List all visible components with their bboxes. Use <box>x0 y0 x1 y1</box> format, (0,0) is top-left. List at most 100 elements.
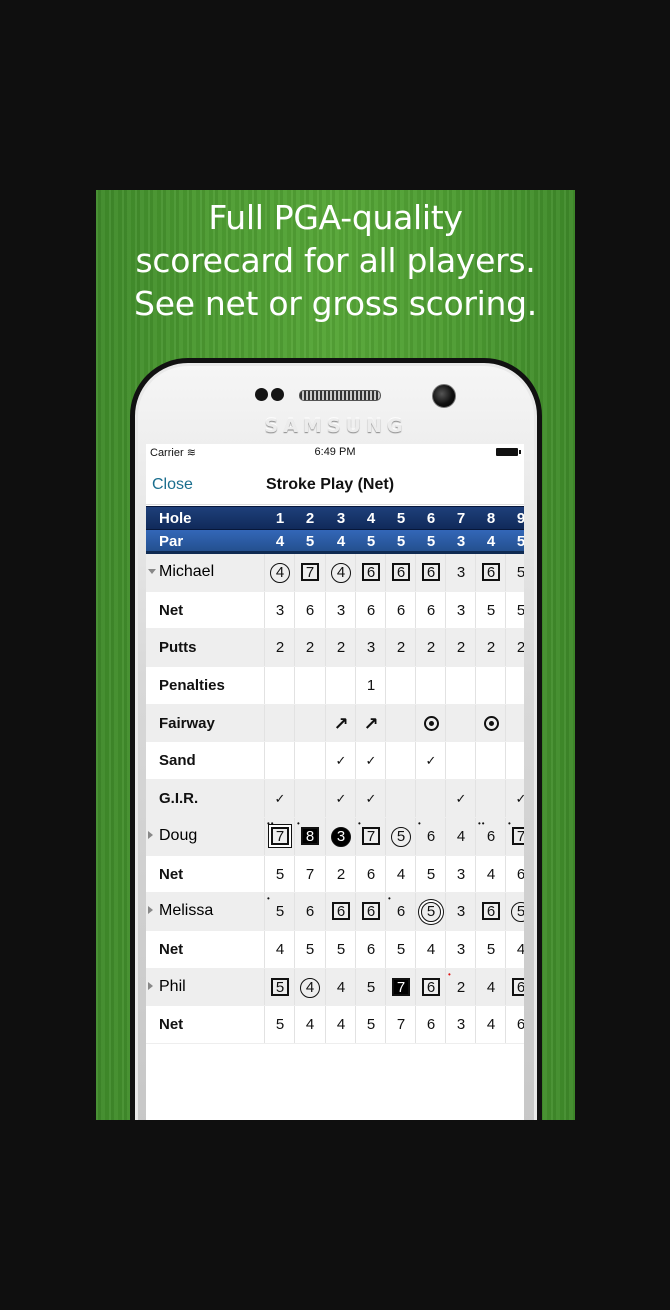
score-cell[interactable] <box>295 752 325 770</box>
score-cell[interactable]: 4 <box>265 563 295 583</box>
score-cell[interactable]: 5 <box>416 866 446 884</box>
disclosure-right-icon[interactable] <box>148 830 153 839</box>
score-cell[interactable] <box>446 715 476 733</box>
score-cell[interactable]: 4 <box>476 1016 506 1034</box>
score-cell[interactable] <box>265 677 295 695</box>
score-cell[interactable]: 2 <box>416 639 446 657</box>
score-cell[interactable]: 7 <box>295 563 325 582</box>
score-cell[interactable]: 5 <box>476 941 506 959</box>
score-cell[interactable]: ✓ <box>356 790 386 808</box>
score-cell[interactable]: ✓ <box>326 790 356 808</box>
score-cell[interactable]: ✓ <box>506 790 524 808</box>
score-cell[interactable]: 4 <box>265 941 295 959</box>
score-cell[interactable]: 6 <box>356 902 386 921</box>
score-cell[interactable]: 5 <box>295 941 325 959</box>
score-cell[interactable]: 4 <box>446 828 476 846</box>
score-cell[interactable]: 5 • <box>265 895 295 921</box>
score-cell[interactable]: 4 <box>476 866 506 884</box>
score-cell[interactable]: 3 <box>446 602 476 620</box>
player-row[interactable]: Phil 5 4 4 5 7 6 2 • 4 6 <box>146 968 524 1007</box>
score-cell[interactable] <box>386 677 416 695</box>
score-cell[interactable]: 1 <box>356 677 386 695</box>
score-cell[interactable] <box>506 677 524 695</box>
score-cell[interactable] <box>476 677 506 695</box>
score-cell[interactable] <box>295 790 325 808</box>
score-cell[interactable]: 6 • <box>386 895 416 921</box>
score-cell[interactable]: 3 <box>326 602 356 620</box>
score-cell[interactable]: ↗ <box>356 715 386 733</box>
score-cell[interactable]: 5 <box>506 902 524 923</box>
score-cell[interactable]: 3 <box>356 639 386 657</box>
score-cell[interactable]: 5 <box>356 979 386 997</box>
score-cell[interactable]: 5 <box>416 902 446 923</box>
score-cell[interactable]: 5 <box>506 602 524 620</box>
close-button[interactable]: Close <box>152 476 193 494</box>
score-cell[interactable]: 8 • <box>295 819 325 846</box>
score-cell[interactable]: 3 <box>265 602 295 620</box>
score-cell[interactable] <box>386 715 416 733</box>
score-cell[interactable] <box>295 677 325 695</box>
score-cell[interactable]: 4 <box>476 979 506 997</box>
score-cell[interactable]: 6 <box>295 903 325 921</box>
score-cell[interactable]: 5 <box>265 1016 295 1034</box>
score-cell[interactable]: 4 <box>326 979 356 997</box>
player-row[interactable]: Michael 4 7 4 6 6 6 3 6 5 <box>146 554 524 592</box>
score-cell[interactable]: 5 <box>386 826 416 847</box>
score-cell[interactable]: 5 <box>506 564 524 582</box>
score-cell[interactable]: 6 <box>295 602 325 620</box>
score-cell[interactable]: 4 <box>295 1016 325 1034</box>
score-cell[interactable]: 5 <box>326 941 356 959</box>
score-cell[interactable]: 7 • <box>356 819 386 846</box>
score-cell[interactable] <box>265 715 295 733</box>
score-cell[interactable] <box>416 677 446 695</box>
score-cell[interactable]: ✓ <box>326 752 356 770</box>
score-cell[interactable]: ✓ <box>416 752 446 770</box>
score-cell[interactable]: 5 <box>356 1016 386 1034</box>
score-cell[interactable] <box>506 715 524 733</box>
score-cell[interactable] <box>386 790 416 808</box>
score-cell[interactable]: 2 • <box>446 970 476 997</box>
score-cell[interactable]: 2 <box>326 866 356 884</box>
score-cell[interactable]: 4 <box>506 941 524 959</box>
score-cell[interactable] <box>446 752 476 770</box>
score-cell[interactable] <box>506 752 524 770</box>
score-cell[interactable]: 4 <box>416 941 446 959</box>
disclosure-right-icon[interactable] <box>148 906 153 915</box>
score-cell[interactable]: 6 <box>356 866 386 884</box>
score-cell[interactable]: 3 <box>446 903 476 921</box>
score-cell[interactable]: 3 <box>446 564 476 582</box>
score-cell[interactable]: 6 <box>476 563 506 582</box>
score-cell[interactable]: 3 <box>326 826 356 847</box>
score-cell[interactable]: 6 <box>506 866 524 884</box>
score-cell[interactable] <box>476 715 506 733</box>
score-cell[interactable]: 2 <box>295 639 325 657</box>
score-cell[interactable]: 5 <box>265 977 295 997</box>
score-cell[interactable]: 4 <box>326 563 356 583</box>
score-cell[interactable]: 6 <box>416 602 446 620</box>
score-cell[interactable]: 7 <box>386 977 416 997</box>
score-cell[interactable]: 6 • <box>416 819 446 846</box>
score-cell[interactable]: ✓ <box>265 790 295 808</box>
score-cell[interactable]: 6 <box>356 941 386 959</box>
score-cell[interactable]: 2 <box>476 639 506 657</box>
score-cell[interactable]: 6 •• <box>476 819 506 846</box>
score-cell[interactable] <box>295 715 325 733</box>
score-cell[interactable] <box>416 715 446 733</box>
score-cell[interactable]: 2 <box>506 639 524 657</box>
score-cell[interactable] <box>326 677 356 695</box>
score-cell[interactable]: 2 <box>326 639 356 657</box>
score-cell[interactable]: 2 <box>446 639 476 657</box>
score-cell[interactable]: 6 <box>506 1016 524 1034</box>
score-cell[interactable]: 7 <box>295 866 325 884</box>
score-cell[interactable]: 2 <box>265 639 295 657</box>
score-cell[interactable]: 6 <box>386 602 416 620</box>
score-cell[interactable]: 6 <box>356 563 386 582</box>
score-cell[interactable]: 4 <box>326 1016 356 1034</box>
score-cell[interactable]: 2 <box>386 639 416 657</box>
score-cell[interactable]: 7 <box>386 1016 416 1034</box>
score-cell[interactable]: 3 <box>446 866 476 884</box>
score-cell[interactable] <box>476 752 506 770</box>
score-cell[interactable] <box>476 790 506 808</box>
score-cell[interactable]: 6 <box>326 902 356 921</box>
score-cell[interactable]: 4 <box>295 977 325 998</box>
